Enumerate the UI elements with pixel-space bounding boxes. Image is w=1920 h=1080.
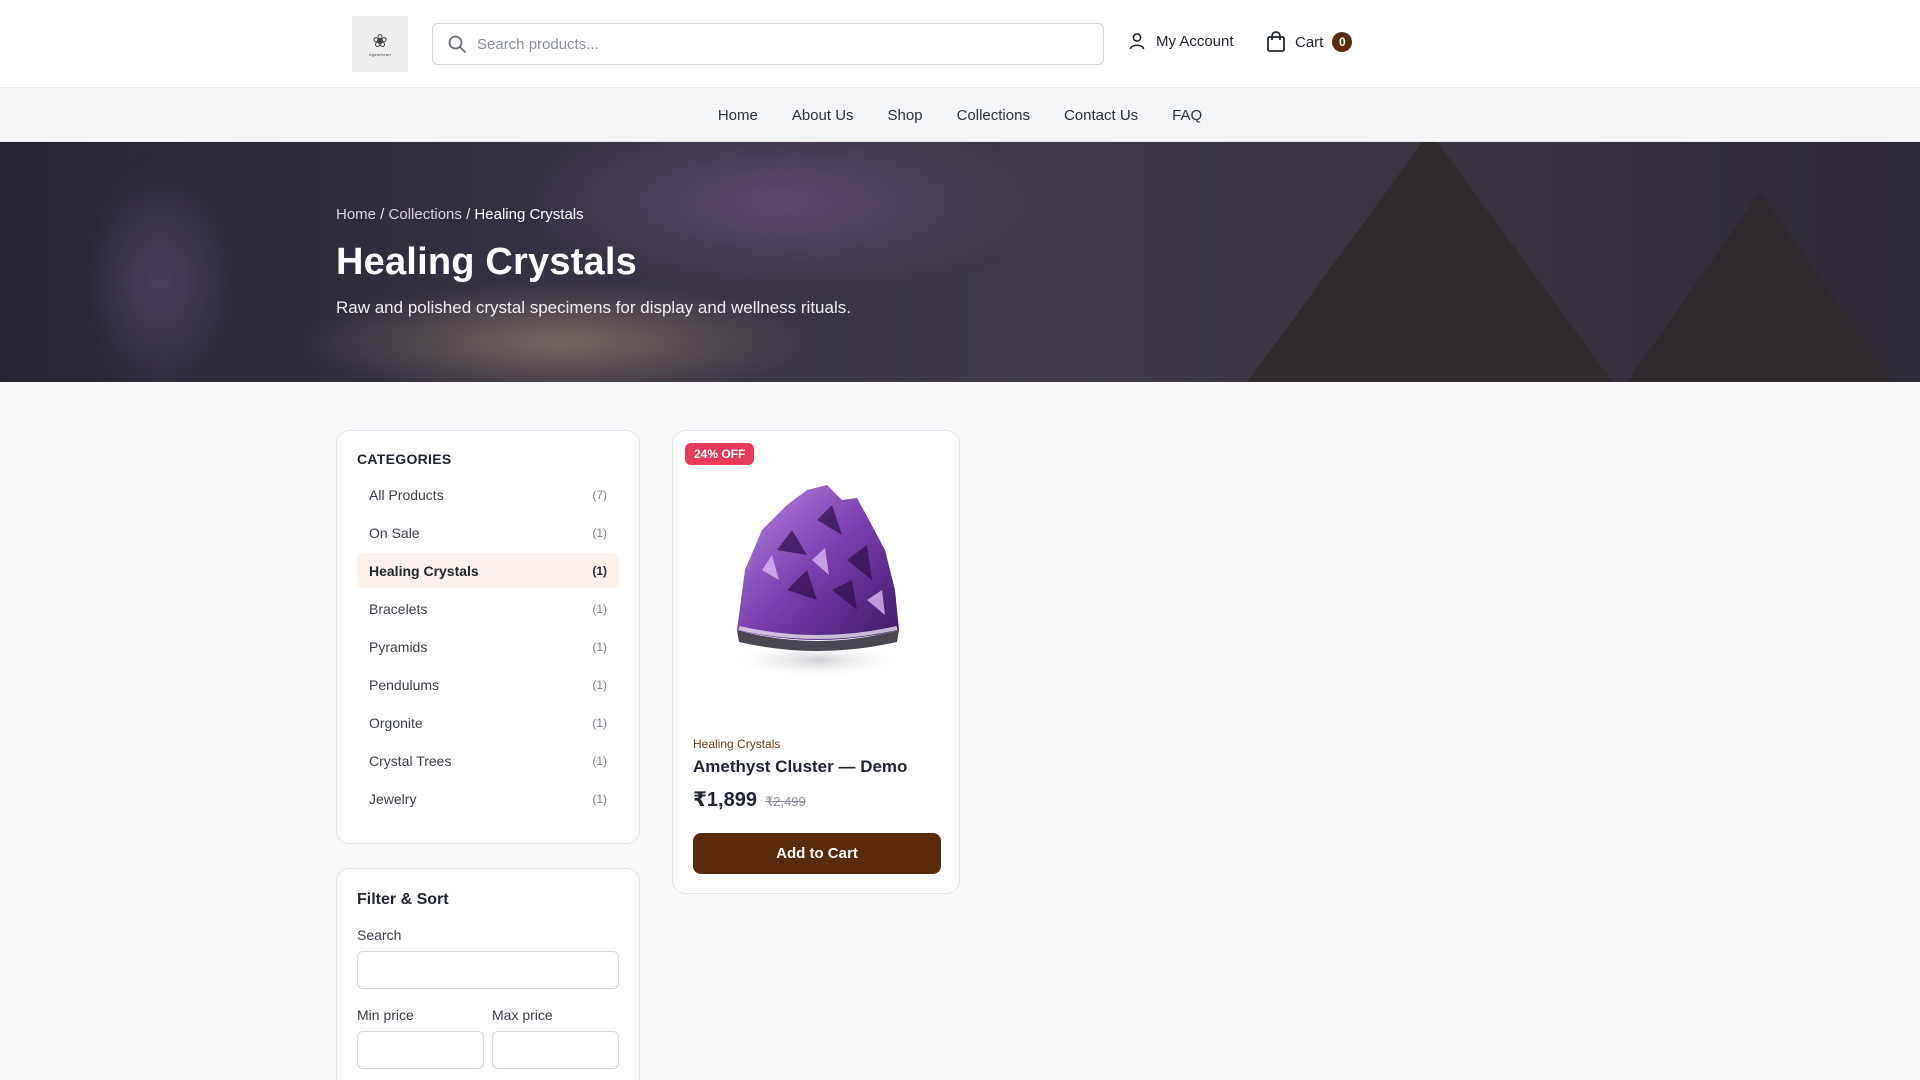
category-count: (1) xyxy=(592,677,607,692)
logo-text: AgateHeart xyxy=(368,51,392,57)
category-jewelry[interactable]: Jewelry (1) xyxy=(357,781,619,816)
min-price-label: Min price xyxy=(357,1007,414,1023)
category-pendulums[interactable]: Pendulums (1) xyxy=(357,667,619,702)
category-on-sale[interactable]: On Sale (1) xyxy=(357,515,619,550)
category-count: (7) xyxy=(592,487,607,502)
filter-sort-panel: Filter & Sort Search Min price Max price xyxy=(336,868,640,1080)
product-old-price: ₹2,499 xyxy=(764,794,806,809)
filter-sort-title: Filter & Sort xyxy=(357,891,449,908)
category-count: (1) xyxy=(592,601,607,616)
nav-shop[interactable]: Shop xyxy=(888,107,923,124)
category-label: Pyramids xyxy=(369,638,428,655)
price-range: Min price Max price xyxy=(357,1007,619,1069)
category-label: On Sale xyxy=(369,524,420,541)
nav-contact-us[interactable]: Contact Us xyxy=(1064,107,1138,124)
category-count: (1) xyxy=(592,753,607,768)
breadcrumb-separator: / xyxy=(461,206,475,223)
hero-overlay xyxy=(0,142,1920,382)
site-header: ❀ AgateHeart My Account Cart 0 xyxy=(0,0,1920,88)
category-label: Crystal Trees xyxy=(369,752,452,769)
category-pyramids[interactable]: Pyramids (1) xyxy=(357,629,619,664)
category-count: (1) xyxy=(592,563,607,578)
search-input[interactable] xyxy=(477,35,1077,53)
category-all-products[interactable]: All Products (7) xyxy=(357,477,619,512)
category-count: (1) xyxy=(592,715,607,730)
filter-search-label: Search xyxy=(357,927,402,943)
product-prices: ₹1,899 ₹2,499 xyxy=(693,787,941,812)
breadcrumb-current: Healing Crystals xyxy=(474,206,584,223)
product-image[interactable] xyxy=(673,431,959,719)
breadcrumb-home[interactable]: Home xyxy=(336,206,376,223)
user-icon xyxy=(1129,33,1145,50)
max-price-group: Max price xyxy=(492,1007,619,1069)
my-account-label: My Account xyxy=(1156,32,1234,50)
cart-label: Cart xyxy=(1295,33,1324,51)
nav-faq[interactable]: FAQ xyxy=(1172,107,1202,124)
shopping-bag-icon xyxy=(1267,31,1285,52)
breadcrumb: Home / Collections / Healing Crystals xyxy=(336,206,851,223)
min-price-group: Min price xyxy=(357,1007,484,1069)
categories-panel: CATEGORIES All Products (7) On Sale (1) He… xyxy=(336,430,640,844)
category-label: Pendulums xyxy=(369,676,440,693)
category-label: Bracelets xyxy=(369,600,428,617)
category-label: Jewelry xyxy=(369,790,417,807)
search-box[interactable] xyxy=(432,23,1104,65)
main-nav: Home About Us Shop Collections Contact U… xyxy=(0,89,1920,142)
category-label: Orgonite xyxy=(369,714,423,731)
lotus-icon: ❀ xyxy=(372,30,388,51)
category-orgonite[interactable]: Orgonite (1) xyxy=(357,705,619,740)
site-logo[interactable]: ❀ AgateHeart xyxy=(352,16,408,72)
min-price-input[interactable] xyxy=(357,1031,484,1069)
page-subtitle: Raw and polished crystal specimens for d… xyxy=(336,298,851,317)
category-bracelets[interactable]: Bracelets (1) xyxy=(357,591,619,626)
hero-content: Home / Collections / Healing Crystals He… xyxy=(336,206,851,318)
search-icon xyxy=(448,35,466,53)
category-label: Healing Crystals xyxy=(369,562,479,579)
filter-search-input[interactable] xyxy=(357,951,619,989)
category-count: (1) xyxy=(592,525,607,540)
page-title: Healing Crystals xyxy=(336,241,637,283)
amethyst-cluster-image xyxy=(727,485,907,678)
product-price: ₹1,899 xyxy=(693,789,757,811)
add-to-cart-button[interactable]: Add to Cart xyxy=(693,833,941,874)
cart-count-badge: 0 xyxy=(1332,32,1353,52)
product-info: Healing Crystals Amethyst Cluster — Demo… xyxy=(693,737,941,812)
product-category[interactable]: Healing Crystals xyxy=(693,737,941,751)
category-crystal-trees[interactable]: Crystal Trees (1) xyxy=(357,743,619,778)
cart-link[interactable]: Cart 0 xyxy=(1266,31,1353,53)
nav-about-us[interactable]: About Us xyxy=(792,107,854,124)
category-label: All Products xyxy=(369,486,444,503)
breadcrumb-collections[interactable]: Collections xyxy=(389,206,462,223)
category-count: (1) xyxy=(592,791,607,806)
category-healing-crystals[interactable]: Healing Crystals (1) xyxy=(357,553,619,588)
product-name[interactable]: Amethyst Cluster — Demo xyxy=(693,757,941,777)
product-card[interactable]: 24% OFF Healing Crystals Amethyst Cluste… xyxy=(672,430,960,894)
categories-title: CATEGORIES xyxy=(357,451,452,467)
my-account-link[interactable]: My Account xyxy=(1128,32,1234,50)
max-price-input[interactable] xyxy=(492,1031,619,1069)
category-count: (1) xyxy=(592,639,607,654)
hero-banner: Home / Collections / Healing Crystals He… xyxy=(0,142,1920,382)
max-price-label: Max price xyxy=(492,1007,553,1023)
breadcrumb-separator: / xyxy=(376,206,389,223)
nav-home[interactable]: Home xyxy=(718,107,758,124)
nav-collections[interactable]: Collections xyxy=(957,107,1030,124)
discount-badge: 24% OFF xyxy=(685,443,755,465)
